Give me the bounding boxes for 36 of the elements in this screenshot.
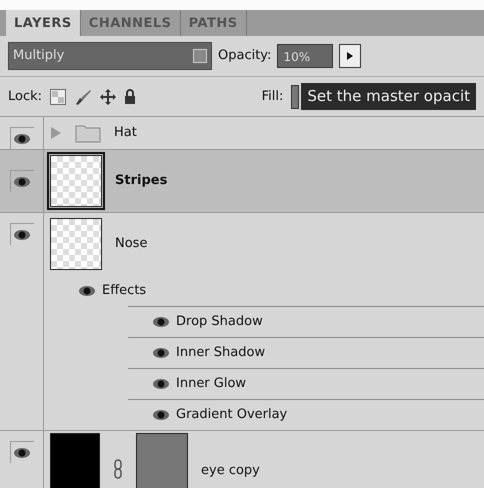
layer-thumbnail	[50, 155, 102, 207]
move-icon[interactable]	[100, 88, 116, 104]
effect-name[interactable]: Inner Shadow	[176, 343, 266, 363]
triangle-icon	[347, 52, 354, 60]
blend-mode-dropdown[interactable]: Multiply	[8, 42, 212, 70]
fill-label: Fill:	[262, 88, 284, 106]
mask-thumbnail	[136, 433, 188, 488]
checkerboard-icon[interactable]	[50, 88, 66, 104]
layer-name: Hat	[114, 124, 137, 142]
effects-label: Effects	[102, 282, 146, 300]
lock-label: Lock:	[8, 88, 42, 106]
opacity-field[interactable]: 10%	[277, 44, 334, 68]
effect-name[interactable]: Gradient Overlay	[176, 405, 288, 425]
layer-row[interactable]: Stripes	[0, 150, 484, 213]
folder-icon	[75, 123, 101, 143]
effect-name[interactable]: Inner Glow	[176, 374, 246, 394]
layer-thumbnail	[50, 433, 100, 488]
visibility-toggle[interactable]	[10, 223, 34, 245]
opacity-label: Opacity:	[218, 47, 272, 66]
effect-name[interactable]: Drop Shadow	[176, 312, 263, 332]
tab[interactable]: LAYERS	[6, 10, 81, 36]
chain-link-icon[interactable]	[113, 459, 123, 479]
layer-name: Nose	[115, 235, 148, 254]
layer-thumbnail	[50, 218, 102, 270]
tooltip: Set the master opacit	[301, 83, 476, 110]
visibility-toggle[interactable]	[10, 441, 34, 463]
visibility-toggle[interactable]	[10, 170, 34, 192]
brush-icon[interactable]	[74, 88, 92, 106]
slider-toggle-button[interactable]	[339, 44, 362, 68]
fill-field[interactable]	[291, 84, 300, 108]
layer-row[interactable]: eye copy	[0, 431, 484, 488]
lock-icon[interactable]	[124, 89, 136, 104]
layer-name: Stripes	[115, 172, 168, 190]
visibility-toggle[interactable]	[10, 127, 34, 149]
layer-name: eye copy	[201, 462, 260, 480]
layer-row[interactable]: Nose Effects Drop Shadow Inner Shadow Inner Glow Gradient Overlay	[0, 213, 484, 431]
